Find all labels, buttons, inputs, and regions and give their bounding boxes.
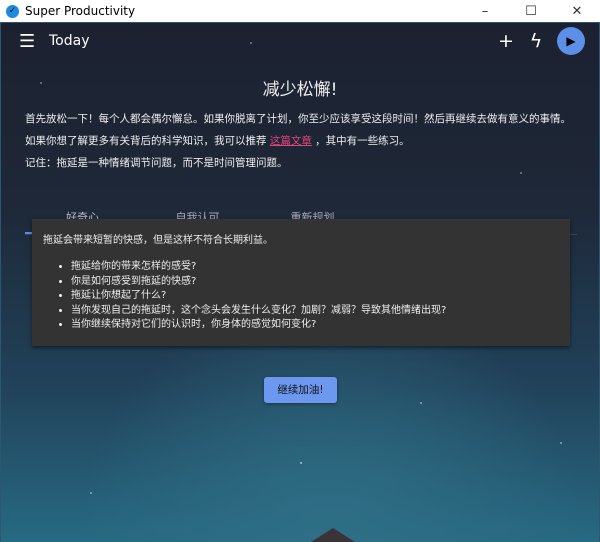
flash-icon[interactable]: ϟ xyxy=(521,30,551,52)
reminder-paragraph: 记住：拖延是一种情绪调节问题，而不是时间管理问题。 xyxy=(25,157,288,169)
list-item: 当你继续保持对它们的认识时，你身体的感觉如何变化? xyxy=(71,318,559,333)
play-button[interactable]: ▶ xyxy=(557,27,585,55)
maximize-button[interactable]: ☐ xyxy=(508,4,554,19)
keep-going-button[interactable]: 继续加油! xyxy=(264,377,337,403)
mountain-peak xyxy=(311,528,355,542)
science-text: 如果你想了解更多有关背后的科学知识，我可以推荐 xyxy=(25,135,270,147)
minimize-button[interactable]: – xyxy=(462,4,508,19)
main-area: ☰ Today + ϟ ▶ 减少松懈! 首先放松一下！每个人都会偶尔懈怠。如果你… xyxy=(0,23,600,542)
article-link[interactable]: 这篇文章 xyxy=(270,135,312,147)
menu-icon[interactable]: ☰ xyxy=(19,31,39,52)
list-item: 你是如何感受到拖延的快感? xyxy=(71,275,559,290)
list-item: 拖延让你想起了什么? xyxy=(71,289,559,304)
procrastination-heading: 减少松懈! xyxy=(262,80,338,100)
window-title: Super Productivity xyxy=(25,4,136,18)
list-item: 拖延给你的带来怎样的感受? xyxy=(71,260,559,275)
question-list: 拖延给你的带来怎样的感受? 你是如何感受到拖延的快感? 拖延让你想起了什么? 当… xyxy=(61,260,559,333)
science-text-end: ，其中有一些练习。 xyxy=(311,135,410,147)
intro-paragraph: 首先放松一下！每个人都会偶尔懈怠。如果你脱离了计划，你至少应该享受这段时间！然后… xyxy=(25,113,571,125)
add-task-button[interactable]: + xyxy=(491,30,521,52)
page-title: Today xyxy=(49,33,90,49)
science-paragraph: 如果你想了解更多有关背后的科学知识，我可以推荐 这篇文章 ，其中有一些练习。 xyxy=(25,133,410,148)
card-intro: 拖延会带来短暂的快感，但是这样不符合长期利益。 xyxy=(43,235,273,246)
app-check-icon: ✓ xyxy=(6,4,19,18)
close-button[interactable]: ✕ xyxy=(554,4,600,19)
curiosity-card: 拖延会带来短暂的快感，但是这样不符合长期利益。 拖延给你的带来怎样的感受? 你是… xyxy=(32,219,570,346)
app-header: ☰ Today + ϟ ▶ xyxy=(1,23,599,59)
window-titlebar: ✓ Super Productivity – ☐ ✕ xyxy=(0,0,600,23)
list-item: 当你发现自己的拖延时，这个念头会发生什么变化？加剧？减弱？导致其他情绪出现? xyxy=(71,304,559,319)
